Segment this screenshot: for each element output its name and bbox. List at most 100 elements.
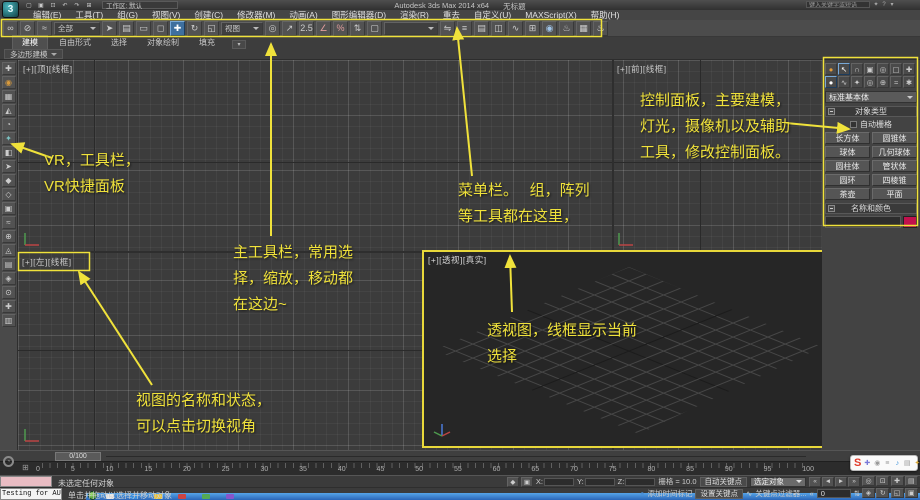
ime-button[interactable]: ◉ (873, 458, 881, 468)
absolute-mode-icon[interactable]: ⊞ (22, 463, 29, 472)
primitive-button[interactable]: 圆环 (825, 174, 870, 186)
object-name-input[interactable] (825, 216, 901, 228)
toolbar-button[interactable] (384, 22, 438, 35)
vray-toolbar-button[interactable]: ✦ (2, 132, 16, 145)
search-input[interactable]: 键入关键字或短语 (806, 1, 870, 8)
quick-access-icon[interactable]: ⊞ (84, 1, 94, 9)
viewport-nav-button[interactable]: ◎ (862, 476, 875, 486)
toolbar-button[interactable]: ◉ (542, 21, 557, 36)
collapse-icon[interactable] (828, 108, 835, 115)
search-helper-icon[interactable]: ✦ (872, 1, 880, 8)
toolbar-button[interactable]: ⇋ (440, 21, 455, 36)
viewport-nav-button[interactable]: ✚ (891, 476, 904, 486)
toolbar-button[interactable]: 2.5 (299, 21, 314, 36)
create-category-icon[interactable]: ● (825, 76, 837, 88)
ime-button[interactable]: ♪ (893, 458, 901, 468)
toolbar-button[interactable]: ⇅ (350, 21, 365, 36)
toolbar-button[interactable]: ≡ (457, 21, 472, 36)
vray-toolbar-button[interactable]: ▦ (2, 90, 16, 103)
vray-toolbar-button[interactable]: ◉ (2, 76, 16, 89)
quick-access-icon[interactable]: ▢ (24, 1, 34, 9)
menu-item[interactable]: MAXScript(X) (518, 10, 583, 20)
viewport-nav-button[interactable]: ◈ (862, 488, 875, 498)
key-mode-dropdown[interactable]: 选定对象 (750, 477, 806, 487)
current-frame-field[interactable]: 0 (817, 489, 851, 498)
vray-toolbar-button[interactable]: ▥ (2, 314, 16, 327)
toolbar-button[interactable]: ⊞ (525, 21, 540, 36)
toolbar-button[interactable]: ∿ (508, 21, 523, 36)
ribbon-tab[interactable]: 填充 (190, 36, 224, 49)
ribbon-tab[interactable]: 对象绘制 (138, 36, 188, 49)
toolbar-button[interactable]: ♨ (559, 21, 574, 36)
create-category-icon[interactable]: ✱ (903, 76, 915, 88)
quick-access-icon[interactable]: ↷ (72, 1, 82, 9)
workspace-dropdown[interactable]: 工作区: 默认 (102, 1, 178, 9)
add-time-tag[interactable]: 添加时间标记 (647, 488, 692, 499)
vray-toolbar-button[interactable]: ▤ (2, 258, 16, 271)
time-slider-handle[interactable]: 0/100 (55, 452, 101, 461)
autogrid-checkbox[interactable] (850, 121, 857, 128)
create-category-icon[interactable]: ◎ (864, 76, 876, 88)
sogou-logo-icon[interactable]: S (854, 458, 861, 469)
vray-toolbar-button[interactable]: ⊙ (2, 286, 16, 299)
quick-access-icon[interactable]: ↶ (60, 1, 70, 9)
create-category-icon[interactable]: ≈ (890, 76, 902, 88)
perspective-viewport[interactable]: [+][透视][真实] (422, 250, 822, 448)
vray-toolbar-button[interactable]: ◧ (2, 146, 16, 159)
viewport-label-perspective[interactable]: [+][透视][真实] (428, 254, 487, 266)
polygon-modeling-panel[interactable]: 多边形建模 (4, 49, 63, 59)
command-panel-tab-icon[interactable]: ✚ (903, 63, 915, 75)
ime-button[interactable]: ✚ (863, 458, 871, 468)
toolbar-button[interactable]: 全部 (54, 22, 100, 35)
mini-listener-pink[interactable] (0, 476, 52, 487)
collapse-icon[interactable] (828, 205, 835, 212)
ribbon-tab[interactable]: 自由形式 (50, 36, 100, 49)
key-filters-button[interactable]: 关键点过滤器... (755, 488, 806, 499)
toolbar-button[interactable]: ↻ (187, 21, 202, 36)
coordinate-input[interactable] (544, 478, 574, 486)
vray-toolbar-button[interactable]: ◆ (2, 174, 16, 187)
primitive-button[interactable]: 四棱锥 (872, 174, 917, 186)
vray-toolbar-button[interactable]: ◔ (2, 118, 16, 131)
primitive-button[interactable]: 几何球体 (872, 146, 917, 158)
ribbon-tab[interactable]: 建模 (12, 35, 48, 49)
set-key-button[interactable]: 设置关键点 (695, 489, 743, 499)
name-color-rollout[interactable]: 名称和颜色 (825, 203, 917, 214)
toolbar-button[interactable]: ∠ (316, 21, 331, 36)
toolbar-button[interactable]: ◱ (204, 21, 219, 36)
toolbar-button[interactable]: ◎ (265, 21, 280, 36)
selection-lock-icon[interactable]: ◆ (507, 477, 519, 487)
toolbar-button[interactable]: ◻ (153, 21, 168, 36)
vray-toolbar-button[interactable]: ≈ (2, 216, 16, 229)
playback-button[interactable]: « (809, 477, 821, 487)
toolbar-button[interactable]: ▤ (474, 21, 489, 36)
viewport-label-left[interactable]: [+][左][线框] (22, 256, 72, 268)
taskbar-icon[interactable] (202, 494, 210, 499)
toolbar-button[interactable]: ↗ (282, 21, 297, 36)
vray-toolbar-button[interactable]: ◇ (2, 188, 16, 201)
viewport-nav-button[interactable]: ⊡ (876, 476, 889, 486)
vray-toolbar-button[interactable]: ✚ (2, 62, 16, 75)
coordinate-input[interactable] (585, 478, 615, 486)
primitive-button[interactable]: 平面 (872, 188, 917, 200)
3dsmax-logo-icon[interactable]: 3 (2, 1, 19, 18)
mini-listener-white[interactable]: Testing for AU (0, 488, 62, 500)
primitive-button[interactable]: 圆锥体 (872, 132, 917, 144)
search-helper-icon[interactable]: ▾ (888, 1, 896, 8)
toolbar-button[interactable]: ▭ (136, 21, 151, 36)
command-panel-tab-icon[interactable]: ∩ (851, 63, 863, 75)
track-bar[interactable]: 0510152025303540455055606570758085909510… (0, 461, 920, 475)
primitive-button[interactable]: 球体 (825, 146, 870, 158)
playback-button[interactable]: » (848, 477, 860, 487)
viewport-label-top[interactable]: [+][顶][线框] (23, 63, 73, 75)
toolbar-button[interactable]: ≈ (37, 21, 52, 36)
playback-button[interactable]: ► (835, 477, 847, 487)
toolbar-button[interactable]: ∞ (3, 21, 18, 36)
toolbar-button[interactable]: ▤ (119, 21, 134, 36)
command-panel-tab-icon[interactable]: ◎ (877, 63, 889, 75)
search-helper-icon[interactable]: ? (880, 1, 888, 8)
object-color-swatch[interactable] (903, 216, 917, 228)
toolbar-button[interactable]: ✚ (170, 21, 185, 36)
viewport-label-front[interactable]: [+][前][线框] (617, 63, 667, 75)
playback-button[interactable]: ◄ (822, 477, 834, 487)
